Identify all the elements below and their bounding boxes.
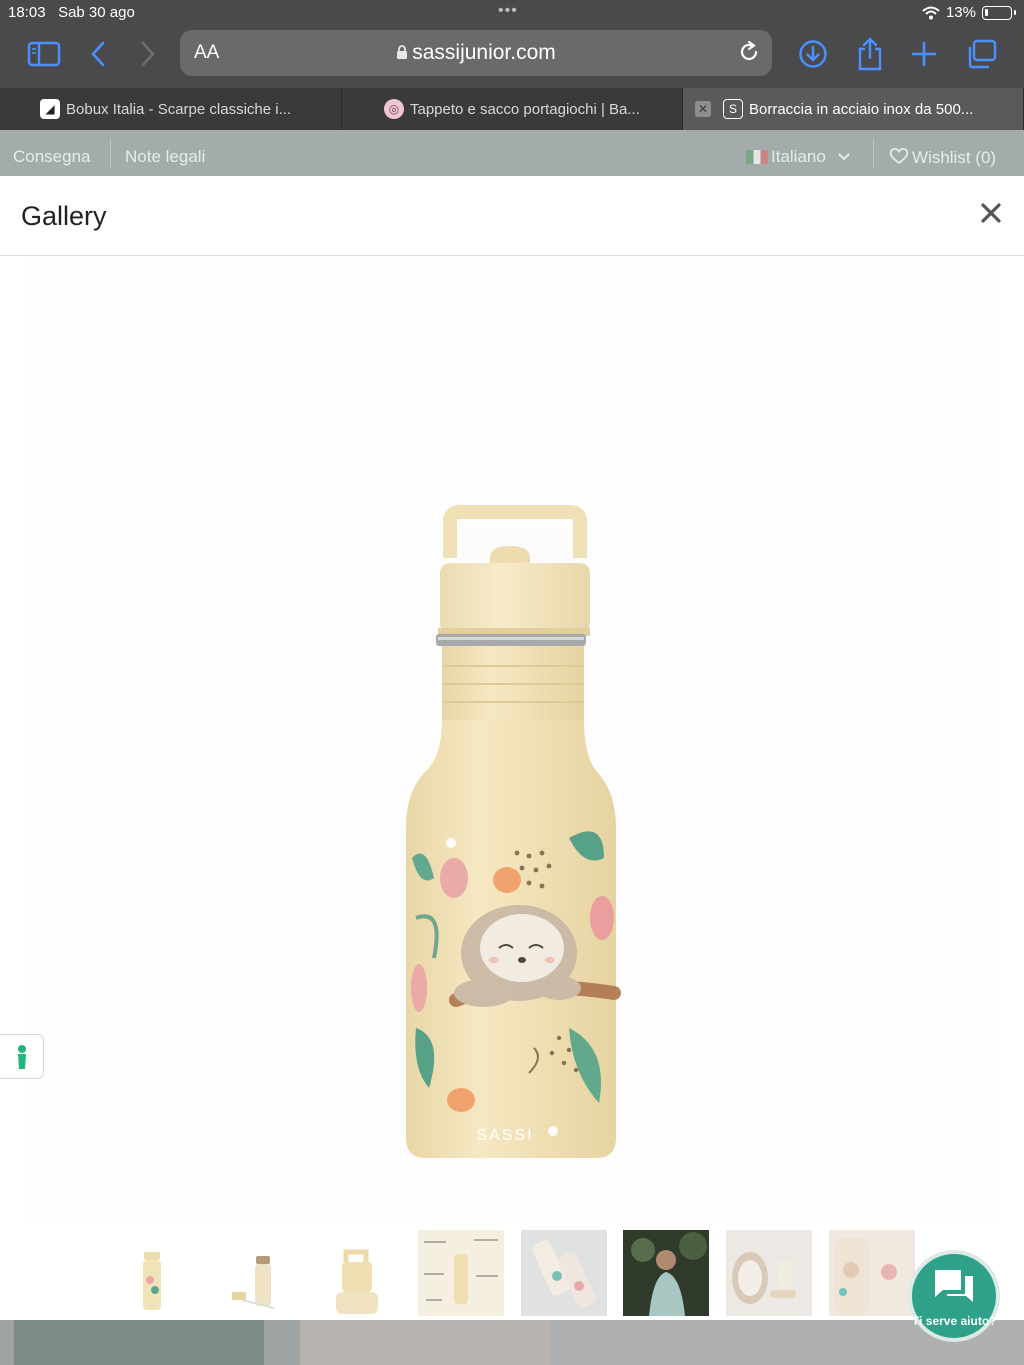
browser-tabs: ◢ Bobux Italia - Scarpe classiche i... ◎… — [0, 88, 1024, 130]
thumbnail-6[interactable] — [623, 1230, 709, 1316]
tab-borraccia[interactable]: ✕ S Borraccia in acciaio inox da 500... — [683, 88, 1024, 130]
sassi-favicon: S — [723, 99, 743, 119]
italy-flag-icon — [746, 150, 768, 164]
reload-icon[interactable] — [736, 39, 762, 70]
accessibility-icon — [17, 1044, 26, 1069]
help-label: Ti serve aiuto? — [912, 1314, 997, 1328]
tappeto-favicon: ◎ — [384, 99, 404, 119]
thumbnail-7[interactable] — [726, 1230, 812, 1316]
gallery-header: Gallery — [0, 176, 1024, 256]
close-tab-icon[interactable]: ✕ — [695, 101, 711, 117]
back-icon[interactable] — [86, 34, 110, 74]
chevron-down-icon — [837, 153, 850, 161]
brand-logo-text: SASSI — [476, 1127, 533, 1144]
close-icon — [981, 203, 1001, 223]
lock-icon — [397, 45, 408, 59]
multitasking-dots[interactable]: ••• — [498, 2, 518, 20]
tab-bobux[interactable]: ◢ Bobux Italia - Scarpe classiche i... — [0, 88, 342, 130]
tab-tappeto[interactable]: ◎ Tappeto e sacco portagiochi | Ba... — [342, 88, 683, 130]
wifi-icon — [922, 6, 940, 19]
url-label: sassijunior.com — [412, 41, 556, 64]
status-time-date: 18:03 Sab 30 ago — [8, 4, 135, 21]
share-icon[interactable] — [855, 34, 885, 74]
thumbnail-5[interactable] — [521, 1230, 607, 1316]
gallery-title: Gallery — [21, 201, 107, 231]
thumbnail-3[interactable] — [314, 1230, 400, 1316]
heart-icon — [889, 147, 909, 165]
help-chat-button[interactable]: Ti serve aiuto? — [908, 1250, 1000, 1342]
thumbnail-8[interactable] — [829, 1230, 915, 1316]
link-note-legali[interactable]: Note legali — [125, 147, 205, 167]
chat-icon — [935, 1270, 973, 1302]
water-bottle-image: SASSI — [406, 505, 621, 1158]
link-consegna[interactable]: Consegna — [13, 147, 91, 167]
gallery-main-image[interactable]: SASSI — [24, 258, 1000, 1218]
tab-title: Bobux Italia - Scarpe classiche i... — [66, 100, 292, 118]
status-right: 13% — [922, 4, 1016, 21]
tabs-icon[interactable] — [964, 34, 998, 74]
language-label: Italiano — [771, 147, 826, 166]
tab-title: Borraccia in acciaio inox da 500... — [749, 100, 974, 118]
accessibility-button[interactable] — [0, 1034, 44, 1079]
status-bar: 18:03 Sab 30 ago ••• 13% — [0, 0, 1024, 24]
new-tab-icon[interactable] — [910, 34, 938, 74]
page-content-behind — [0, 1320, 1024, 1365]
browser-toolbar: AA sassijunior.com — [0, 24, 1024, 88]
wishlist-label: Wishlist (0) — [912, 148, 997, 167]
tab-title: Tappeto e sacco portagiochi | Ba... — [410, 100, 640, 118]
gallery-thumbnails — [0, 1230, 1024, 1318]
thumbnail-1[interactable] — [108, 1230, 194, 1316]
site-top-bar: Consegna Note legali Italiano Wishlist (… — [0, 130, 1024, 176]
battery-icon — [982, 5, 1012, 20]
wishlist-link[interactable]: Wishlist (0) — [889, 147, 996, 168]
sidebar-icon[interactable] — [26, 34, 62, 74]
url-text[interactable]: sassijunior.com — [180, 41, 772, 65]
status-date: Sab 30 ago — [58, 4, 135, 21]
close-gallery-button[interactable] — [976, 198, 1006, 228]
forward-icon[interactable] — [136, 34, 160, 74]
status-time: 18:03 — [8, 4, 46, 21]
language-selector[interactable]: Italiano — [746, 147, 851, 167]
thumbnail-4[interactable] — [418, 1230, 504, 1316]
download-icon[interactable] — [797, 34, 829, 74]
bobux-favicon: ◢ — [40, 99, 60, 119]
thumbnail-2[interactable] — [212, 1230, 298, 1316]
battery-percent: 13% — [945, 4, 976, 21]
address-bar[interactable]: AA sassijunior.com — [180, 30, 772, 76]
